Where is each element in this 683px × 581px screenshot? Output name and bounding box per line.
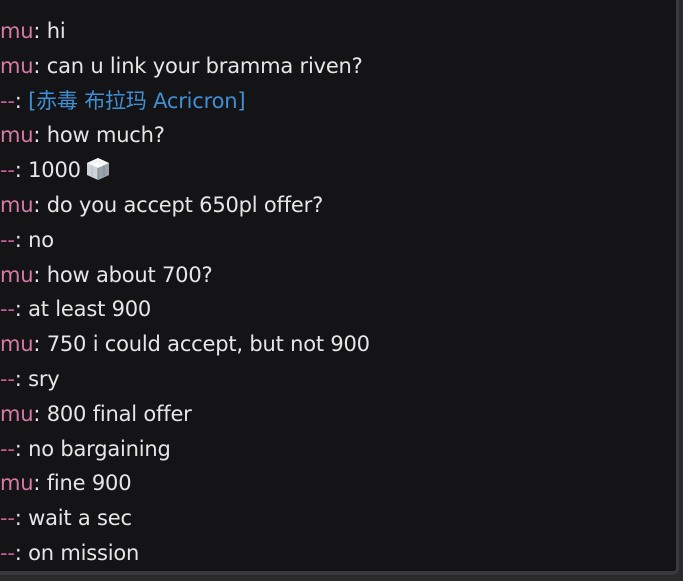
message-text: how much?	[46, 123, 165, 148]
sender-name[interactable]: --	[0, 437, 15, 461]
chat-log: mu: hi mu: can u link your bramma riven?…	[0, 14, 676, 571]
sender-name[interactable]: mu	[0, 471, 34, 495]
message-text: fine 900	[46, 471, 132, 496]
message-text: wait a sec	[28, 506, 132, 531]
chat-message: mu: 800 final offer	[0, 401, 192, 426]
sender-name[interactable]: --	[0, 367, 15, 391]
sender-name[interactable]: mu	[0, 193, 34, 217]
sender-name[interactable]: mu	[0, 19, 34, 43]
chat-message: mu: can u link your bramma riven?	[0, 53, 363, 78]
chat-window: mu: hi mu: can u link your bramma riven?…	[0, 0, 679, 575]
message-text: how about 700?	[46, 262, 213, 287]
platinum-icon	[85, 157, 111, 181]
sender-name[interactable]: mu	[0, 54, 34, 78]
item-link[interactable]: [赤毒 布拉玛 Acricron]	[28, 89, 245, 113]
message-text: 1000	[28, 158, 81, 183]
sender-name[interactable]: --	[0, 158, 15, 182]
message-text: do you accept 650pl offer?	[46, 192, 324, 217]
sender-name[interactable]: mu	[0, 123, 34, 147]
message-text: 750 i could accept, but not 900	[46, 332, 370, 357]
chat-message: --: no	[0, 227, 54, 252]
chat-message: --: on mission	[0, 540, 140, 565]
chat-message: --: no bargaining	[0, 436, 171, 461]
chat-message: mu: hi	[0, 19, 66, 43]
chat-message: --: [赤毒 布拉玛 Acricron]	[0, 88, 246, 113]
chat-message: mu: how much?	[0, 123, 165, 148]
chat-message: --: at least 900	[0, 297, 152, 322]
message-text: hi	[46, 19, 66, 43]
sender-name[interactable]: --	[0, 541, 15, 565]
sender-name[interactable]: --	[0, 297, 15, 321]
chat-message: mu: do you accept 650pl offer?	[0, 192, 324, 217]
message-text: 800 final offer	[46, 401, 192, 426]
sender-name[interactable]: mu	[0, 263, 34, 287]
sender-name[interactable]: mu	[0, 332, 34, 356]
message-text: at least 900	[28, 297, 152, 322]
chat-message: --: sry	[0, 366, 60, 391]
chat-message: --: 1000	[0, 153, 676, 188]
chat-message: mu: 750 i could accept, but not 900	[0, 332, 370, 357]
message-text: sry	[28, 366, 60, 391]
sender-name[interactable]: --	[0, 89, 15, 113]
sender-name[interactable]: mu	[0, 402, 34, 426]
chat-message: mu: how about 700?	[0, 262, 213, 287]
sender-name[interactable]: --	[0, 228, 15, 252]
message-text: can u link your bramma riven?	[46, 53, 363, 78]
sender-name[interactable]: --	[0, 506, 15, 530]
chat-message: --: wait a sec	[0, 506, 132, 531]
chat-message: mu: fine 900	[0, 471, 132, 496]
message-text: no bargaining	[28, 436, 171, 461]
message-text: on mission	[28, 540, 140, 565]
message-text: no	[28, 227, 54, 252]
